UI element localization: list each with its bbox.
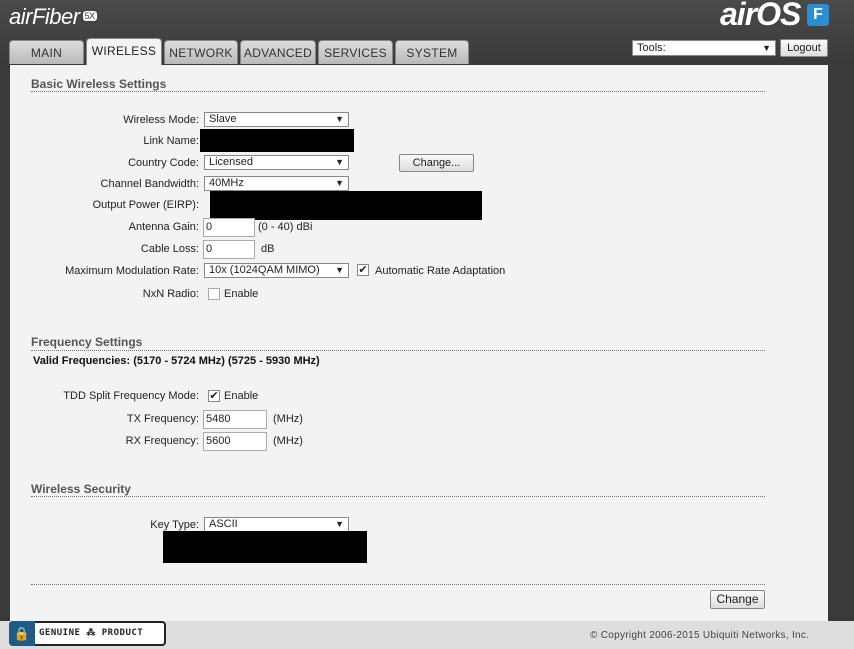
section-divider [31, 496, 765, 497]
antenna-gain-input[interactable]: 0 [203, 218, 255, 237]
antenna-gain-label: Antenna Gain: [128, 221, 199, 233]
checkmark-icon: ✔ [358, 264, 368, 276]
change-button[interactable]: Change [710, 590, 765, 609]
tab-system[interactable]: SYSTEM [395, 40, 469, 64]
output-power-redacted [210, 191, 482, 220]
genuine-product-badge: 🔒 GENUINE ⁂ PRODUCT [9, 621, 166, 646]
tdd-split-checkbox[interactable]: ✔ [208, 390, 220, 402]
rx-frequency-unit: (MHz) [273, 435, 303, 447]
airos-badge: F [807, 4, 829, 26]
key-type-value: ASCII [209, 518, 238, 530]
tools-selected: Tools: [637, 42, 666, 54]
tab-network[interactable]: NETWORK [164, 40, 238, 64]
genuine-product-text: GENUINE ⁂ PRODUCT [39, 628, 144, 638]
max-modulation-value: 10x (1024QAM MIMO) [209, 264, 320, 276]
link-name-label: Link Name: [143, 135, 199, 147]
section-divider [31, 91, 765, 92]
security-key-redacted [163, 531, 367, 563]
tab-services[interactable]: SERVICES [318, 40, 393, 64]
cable-loss-input[interactable]: 0 [203, 240, 255, 259]
rx-frequency-label: RX Frequency: [125, 435, 199, 447]
country-code-value: Licensed [209, 156, 254, 168]
link-name-redacted [200, 129, 354, 152]
channel-bandwidth-value: 40MHz [209, 177, 244, 189]
tab-advanced[interactable]: ADVANCED [240, 40, 316, 64]
chevron-down-icon: ▼ [335, 519, 344, 529]
tab-wireless[interactable]: WIRELESS [86, 38, 162, 65]
chevron-down-icon: ▼ [335, 265, 344, 275]
cable-loss-unit: dB [261, 243, 275, 255]
wireless-mode-label: Wireless Mode: [123, 114, 199, 126]
nxn-radio-checkbox[interactable] [208, 288, 220, 300]
channel-bandwidth-select[interactable]: 40MHz ▼ [204, 176, 349, 191]
max-modulation-select[interactable]: 10x (1024QAM MIMO) ▼ [204, 263, 349, 278]
chevron-down-icon: ▼ [335, 114, 344, 124]
channel-bandwidth-label: Channel Bandwidth: [100, 178, 199, 190]
frequency-settings-title: Frequency Settings [31, 335, 143, 349]
tx-frequency-unit: (MHz) [273, 413, 303, 425]
settings-panel: Basic Wireless Settings Wireless Mode: S… [10, 65, 828, 621]
tools-select[interactable]: Tools: ▼ [632, 40, 776, 56]
tx-frequency-input[interactable]: 5480 [203, 410, 267, 429]
cable-loss-label: Cable Loss: [140, 243, 199, 255]
key-type-select[interactable]: ASCII ▼ [204, 517, 349, 532]
max-modulation-label: Maximum Modulation Rate: [65, 265, 199, 277]
auto-rate-checkbox[interactable]: ✔ [357, 264, 369, 276]
tab-main[interactable]: MAIN [9, 40, 84, 64]
tdd-enable-label: Enable [224, 390, 259, 402]
auto-rate-label: Automatic Rate Adaptation [375, 265, 506, 277]
header-bar: airFiber 5X airOS F MAIN WIRELESS NETWORK… [0, 0, 854, 65]
nxn-radio-label: NxN Radio: [142, 288, 199, 300]
nxn-enable-label: Enable [224, 288, 259, 300]
chevron-down-icon: ▼ [335, 178, 344, 188]
chevron-down-icon: ▼ [335, 157, 344, 167]
lock-icon: 🔒 [9, 621, 35, 646]
section-divider [31, 350, 765, 351]
wireless-mode-select[interactable]: Slave ▼ [204, 112, 349, 127]
tdd-split-label: TDD Split Frequency Mode: [63, 390, 199, 402]
logout-button[interactable]: Logout [780, 39, 828, 57]
tx-frequency-label: TX Frequency: [126, 413, 199, 425]
wireless-security-title: Wireless Security [31, 482, 131, 496]
country-code-select[interactable]: Licensed ▼ [204, 155, 349, 170]
chevron-down-icon: ▼ [762, 43, 771, 53]
country-code-label: Country Code: [128, 157, 199, 169]
valid-frequencies: Valid Frequencies: (5170 - 5724 MHz) (57… [33, 355, 320, 367]
antenna-gain-unit: (0 - 40) dBi [258, 221, 313, 233]
key-type-label: Key Type: [150, 519, 199, 531]
basic-wireless-title: Basic Wireless Settings [31, 77, 167, 91]
checkmark-icon: ✔ [209, 390, 219, 402]
wireless-mode-value: Slave [209, 113, 237, 125]
rx-frequency-input[interactable]: 5600 [203, 432, 267, 451]
country-change-button[interactable]: Change... [399, 154, 474, 172]
airos-logo: airOS [720, 0, 801, 32]
copyright-text: © Copyright 2006-2015 Ubiquiti Networks,… [590, 630, 810, 641]
section-divider [31, 584, 765, 585]
airfiber-logo: airFiber 5X [9, 4, 97, 29]
output-power-label: Output Power (EIRP): [92, 199, 199, 211]
